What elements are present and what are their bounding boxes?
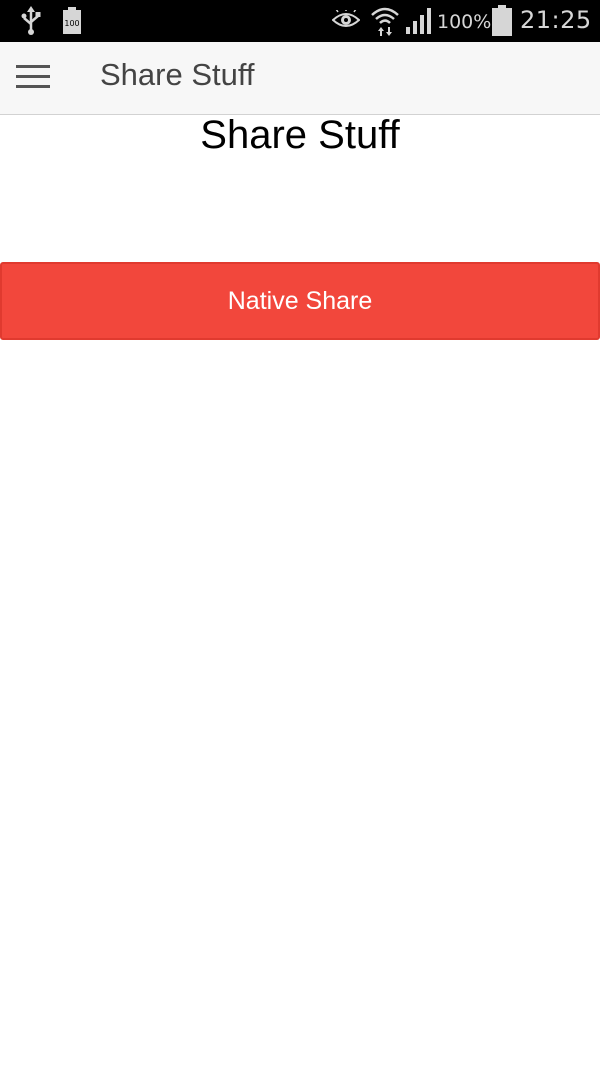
signal-icon bbox=[405, 7, 435, 40]
app-bar-title: Share Stuff bbox=[100, 57, 255, 92]
native-share-button[interactable]: Native Share bbox=[0, 262, 600, 340]
battery-percent: 100% bbox=[437, 11, 492, 33]
battery-small-icon: 100 bbox=[62, 7, 82, 40]
clock: 21:25 bbox=[520, 6, 592, 34]
wifi-icon bbox=[370, 5, 400, 42]
page-heading: Share Stuff bbox=[200, 113, 400, 157]
battery-icon bbox=[491, 5, 513, 42]
menu-button[interactable] bbox=[0, 42, 70, 114]
eye-icon bbox=[331, 8, 361, 35]
usb-icon bbox=[20, 6, 42, 41]
battery-small-label: 100 bbox=[64, 19, 79, 28]
status-bar: 100 100% 21:25 bbox=[0, 0, 600, 42]
app-bar: Share Stuff bbox=[0, 42, 600, 115]
